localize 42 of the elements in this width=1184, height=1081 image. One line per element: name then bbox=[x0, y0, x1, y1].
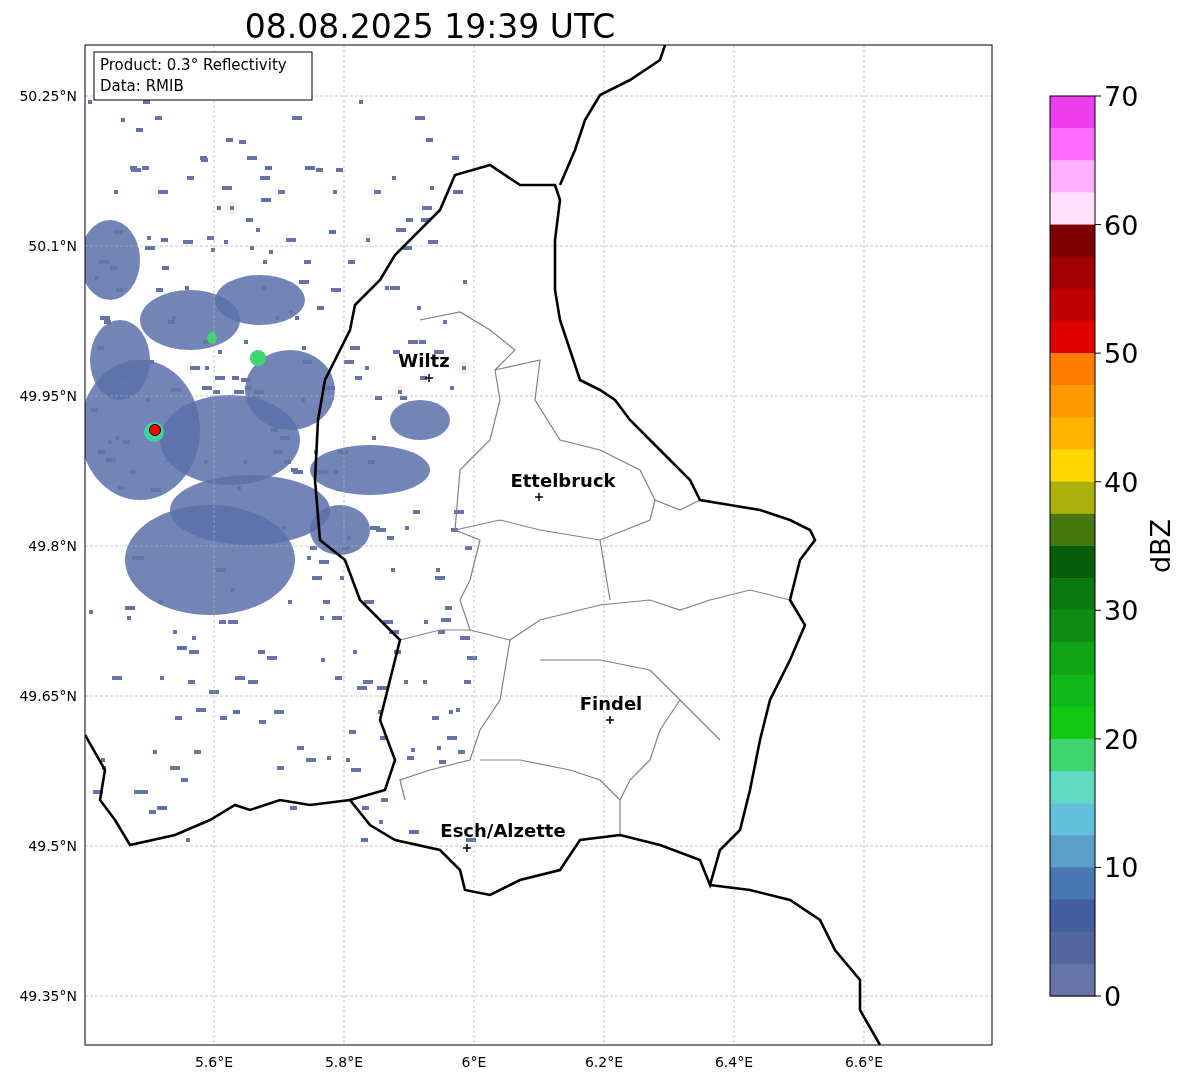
y-tick-label: 50.25°N bbox=[19, 88, 77, 104]
chart-title: 08.08.2025 19:39 UTC bbox=[244, 7, 616, 46]
colorbar-tick-label: 10 bbox=[1104, 852, 1139, 884]
tick-mark bbox=[1094, 352, 1102, 354]
city-marker-icon bbox=[605, 715, 615, 725]
tick-mark bbox=[1094, 224, 1102, 226]
x-tick-label: 6.4°E bbox=[714, 1054, 754, 1070]
city-label: Wiltz bbox=[398, 350, 450, 371]
tick-mark bbox=[1094, 995, 1102, 997]
y-tick-label: 49.65°N bbox=[19, 688, 77, 704]
colorbar-tick-label: 30 bbox=[1104, 595, 1139, 627]
colorbar-tick-label: 60 bbox=[1104, 209, 1139, 241]
tick-mark bbox=[1094, 609, 1102, 611]
city-label: Ettelbruck bbox=[510, 470, 616, 491]
colorbar-tick-label: 40 bbox=[1104, 466, 1139, 498]
colorbar-tick-label: 50 bbox=[1104, 338, 1139, 370]
radar-site-marker bbox=[144, 422, 164, 442]
info-text: Data: RMIB bbox=[100, 77, 184, 95]
y-tick-label: 49.95°N bbox=[19, 388, 77, 404]
tick-mark bbox=[1094, 481, 1102, 483]
y-tick-label: 49.5°N bbox=[28, 838, 77, 854]
city-label: Findel bbox=[579, 693, 643, 714]
colorbar-tick-label: 20 bbox=[1104, 723, 1139, 755]
info-text: Product: 0.3° Reflectivity bbox=[100, 56, 287, 74]
tick-mark bbox=[1094, 95, 1102, 97]
y-tick-label: 49.8°N bbox=[28, 538, 77, 554]
colorbar-tick-label: 0 bbox=[1104, 981, 1122, 1012]
colorbar-tick-label: 70 bbox=[1104, 81, 1139, 112]
city-marker-icon bbox=[424, 373, 434, 383]
tick-mark bbox=[1094, 866, 1102, 868]
x-tick-label: 6.6°E bbox=[844, 1054, 884, 1070]
x-tick-label: 6°E bbox=[461, 1054, 487, 1070]
colorbar-label: dBZ bbox=[1145, 518, 1176, 574]
tick-mark bbox=[1094, 738, 1102, 740]
city-marker-icon bbox=[462, 843, 472, 853]
y-tick-label: 49.35°N bbox=[19, 988, 77, 1004]
y-tick-label: 50.1°N bbox=[28, 238, 77, 254]
x-tick-label: 6.2°E bbox=[584, 1054, 624, 1070]
city-marker-icon bbox=[534, 492, 544, 502]
x-tick-label: 5.6°E bbox=[194, 1054, 234, 1070]
city-label: Esch/Alzette bbox=[440, 820, 566, 841]
x-tick-label: 5.8°E bbox=[324, 1054, 364, 1070]
